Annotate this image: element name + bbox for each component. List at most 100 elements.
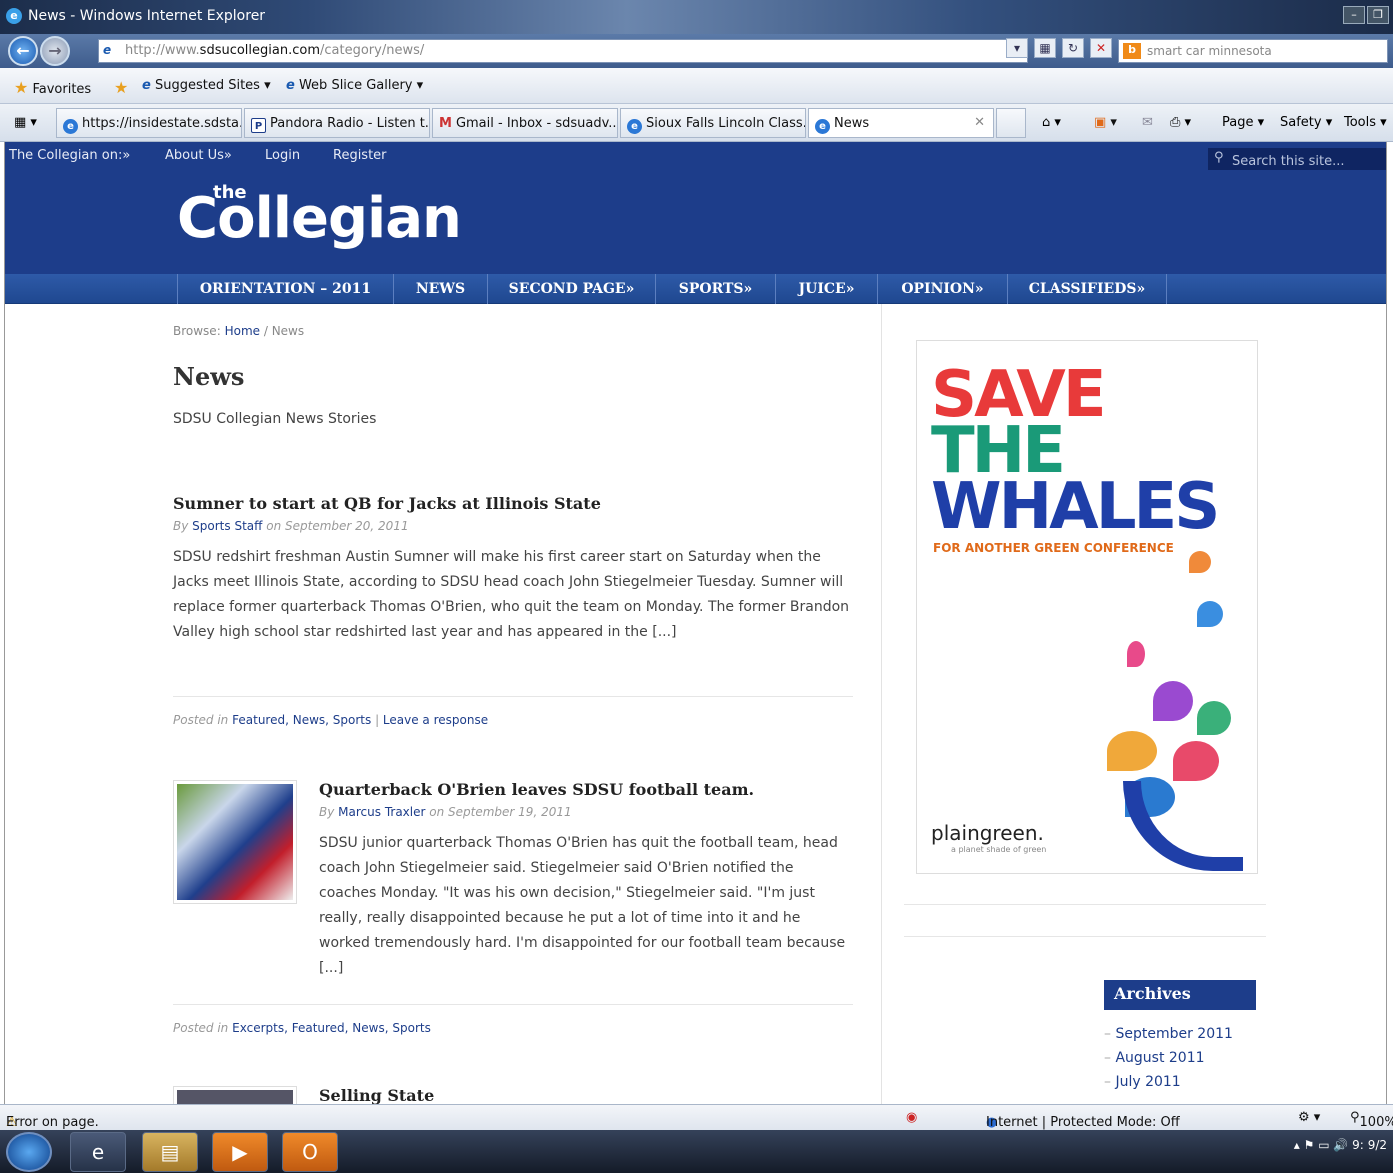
author-link[interactable]: Marcus Traxler [338, 805, 425, 819]
masthead: the Collegian [5, 172, 1386, 274]
taskbar-ie-icon[interactable]: e [70, 1132, 126, 1172]
leave-response-link[interactable]: Leave a response [383, 713, 488, 727]
post-photo [177, 1090, 293, 1104]
tab-row: ▦ ▾ e https://insidestate.sdsta... P Pando… [0, 104, 1393, 142]
mail-icon[interactable]: ✉ [1142, 115, 1153, 130]
clock[interactable]: 9: 9/2 [1352, 1138, 1387, 1152]
post-sumner: Sumner to start at QB for Jacks at Illin… [173, 494, 853, 645]
quick-tabs-icon[interactable]: ▦ ▾ [14, 115, 37, 130]
forward-button[interactable]: → [40, 36, 70, 66]
post-title[interactable]: Quarterback O'Brien leaves SDSU football… [319, 780, 853, 799]
nav-classifieds[interactable]: CLASSIFIEDS» [1007, 274, 1167, 304]
post-title[interactable]: Sumner to start at QB for Jacks at Illin… [173, 494, 853, 513]
safety-menu[interactable]: Safety ▾ [1280, 115, 1332, 130]
search-input[interactable]: b smart car minnesota [1118, 39, 1388, 63]
back-button[interactable]: ← [8, 36, 38, 66]
login-link[interactable]: Login [265, 148, 300, 163]
category-links[interactable]: Excerpts, Featured, News, Sports [232, 1021, 431, 1035]
ad-splash [1127, 641, 1145, 667]
ad-tagline: FOR ANOTHER GREEN CONFERENCE [933, 541, 1174, 555]
volume-icon[interactable]: 🔊 [1333, 1138, 1348, 1152]
nav-second-page[interactable]: SECOND PAGE» [487, 274, 655, 304]
new-tab-button[interactable] [996, 108, 1026, 138]
nav-news[interactable]: NEWS [393, 274, 487, 304]
page-menu[interactable]: Page ▾ [1222, 115, 1264, 130]
home-icon[interactable]: ⌂ ▾ [1042, 115, 1061, 130]
nav-sports[interactable]: SPORTS» [655, 274, 775, 304]
taskbar-media-icon[interactable]: ▶ [212, 1132, 268, 1172]
post-thumbnail[interactable] [173, 780, 297, 904]
flag-icon[interactable]: ⚑ [1304, 1138, 1315, 1152]
breadcrumb: Browse: Home / News [173, 324, 853, 338]
ad-splash [1189, 551, 1211, 573]
ad-brand: plaingreen. [931, 821, 1044, 845]
dropdown-arrow-icon[interactable]: ▾ [1006, 38, 1028, 58]
taskbar-outlook-icon[interactable]: O [282, 1132, 338, 1172]
compatibility-icon[interactable]: ▦ [1034, 38, 1056, 58]
favorites-button[interactable]: ★ Favorites [14, 78, 91, 97]
taskbar-explorer-icon[interactable]: ▤ [142, 1132, 198, 1172]
feeds-icon[interactable]: ▣ ▾ [1094, 115, 1117, 130]
privacy-icon[interactable]: ◉ [906, 1110, 917, 1125]
post-obrien: Quarterback O'Brien leaves SDSU football… [319, 780, 853, 981]
main-nav: ORIENTATION – 2011 NEWS SECOND PAGE» SPO… [5, 274, 1386, 304]
url-domain: sdsucollegian.com [199, 43, 320, 58]
collegian-on-link[interactable]: The Collegian on:» [9, 148, 130, 163]
ad-splash [1197, 701, 1231, 735]
post-thumbnail[interactable] [173, 1086, 297, 1104]
refresh-icon[interactable]: ↻ [1062, 38, 1084, 58]
restore-button[interactable]: ❐ [1367, 6, 1389, 24]
tab-gmail[interactable]: M Gmail - Inbox - sdsuadv... [432, 108, 618, 138]
tab-sioux-falls[interactable]: e Sioux Falls Lincoln Class... [620, 108, 806, 138]
network-icon[interactable]: ▭ [1318, 1138, 1329, 1152]
print-icon[interactable]: ⎙ ▾ [1170, 115, 1191, 130]
taskbar: e ▤ ▶ O ▴ ⚑ ▭ 🔊 9: 9/2 [0, 1130, 1393, 1173]
breadcrumb-sep: / [260, 324, 272, 338]
nav-orientation[interactable]: ORIENTATION – 2011 [177, 274, 393, 304]
web-slice-gallery-button[interactable]: e Web Slice Gallery ▾ [286, 78, 423, 93]
tab-label: Gmail - Inbox - sdsuadv... [455, 116, 618, 131]
tab-pandora[interactable]: P Pandora Radio - Listen t... [244, 108, 430, 138]
about-us-link[interactable]: About Us» [165, 148, 232, 163]
post-title[interactable]: Selling State [319, 1086, 853, 1104]
suggested-label: Suggested Sites ▾ [154, 78, 271, 93]
archives-heading: Archives [1104, 980, 1256, 1010]
zoom-level[interactable]: ⚲ 100% [1350, 1110, 1393, 1130]
start-button[interactable] [6, 1132, 52, 1172]
register-link[interactable]: Register [333, 148, 387, 163]
category-links[interactable]: Featured, News, Sports [232, 713, 371, 727]
stop-icon[interactable]: ✕ [1090, 38, 1112, 58]
minimize-button[interactable]: – [1343, 6, 1365, 24]
tab-insidestate[interactable]: e https://insidestate.sdsta... [56, 108, 242, 138]
save-the-whales-ad[interactable]: SAVE THE WHALES FOR ANOTHER GREEN CONFER… [916, 340, 1258, 874]
search-text: smart car minnesota [1147, 44, 1272, 58]
nav-juice[interactable]: JUICE» [775, 274, 877, 304]
ie-tab-icon: e [627, 119, 642, 134]
page-description: SDSU Collegian News Stories [173, 411, 377, 427]
sidebar-divider [904, 936, 1266, 937]
tab-label: Pandora Radio - Listen t... [270, 116, 430, 131]
nav-opinion[interactable]: OPINION» [877, 274, 1007, 304]
tray-arrow-icon[interactable]: ▴ [1294, 1138, 1300, 1152]
protected-mode-icon[interactable]: ⚙ ▾ [1298, 1110, 1320, 1125]
tools-menu[interactable]: Tools ▾ [1344, 115, 1387, 130]
breadcrumb-home[interactable]: Home [225, 324, 260, 338]
close-tab-icon[interactable]: ✕ [974, 115, 985, 130]
add-favorite-icon[interactable]: ★ [114, 78, 128, 97]
post-byline: By Sports Staff on September 20, 2011 [173, 519, 853, 533]
collegian-logo[interactable]: the Collegian [177, 182, 462, 251]
address-bar[interactable]: e http://www.sdsucollegian.com/category/… [98, 39, 1028, 63]
byline-by: By [319, 805, 335, 819]
post-excerpt: SDSU redshirt freshman Austin Sumner wil… [173, 549, 850, 640]
archive-link[interactable]: September 2011 [1104, 1026, 1256, 1042]
ad-splash [1197, 601, 1223, 627]
logo-the: the [213, 182, 247, 203]
tab-news[interactable]: e News ✕ [808, 108, 994, 138]
byline-date: on September 20, 2011 [266, 519, 409, 533]
site-search-input[interactable]: ⚲ Search this site... [1208, 148, 1386, 170]
author-link[interactable]: Sports Staff [192, 519, 262, 533]
archive-link[interactable]: July 2011 [1104, 1074, 1256, 1090]
suggested-sites-button[interactable]: e Suggested Sites ▾ [142, 78, 271, 93]
ie-tab-icon: e [63, 119, 78, 134]
archive-link[interactable]: August 2011 [1104, 1050, 1256, 1066]
